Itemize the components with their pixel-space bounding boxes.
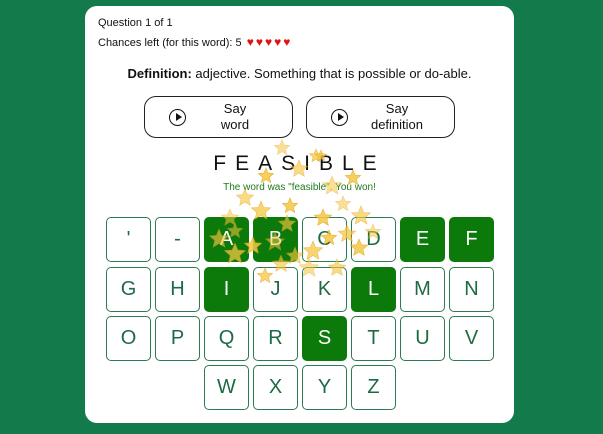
key-z[interactable]: Z bbox=[351, 365, 396, 410]
say-definition-label-1: Say bbox=[385, 101, 409, 116]
key-u[interactable]: U bbox=[400, 316, 445, 361]
key-c[interactable]: C bbox=[302, 217, 347, 262]
key-o[interactable]: O bbox=[106, 316, 151, 361]
definition-text: adjective. Something that is possible or… bbox=[195, 66, 472, 81]
say-definition-button[interactable]: Say definition bbox=[306, 96, 455, 138]
star-icon bbox=[334, 195, 352, 212]
key-h[interactable]: H bbox=[155, 267, 200, 312]
result-message: The word was "feasible". You won! bbox=[223, 182, 376, 193]
play-icon bbox=[169, 108, 186, 126]
key-r[interactable]: R bbox=[253, 316, 298, 361]
key-y[interactable]: Y bbox=[302, 365, 347, 410]
key-e[interactable]: E bbox=[400, 217, 445, 262]
chances-label: Chances left (for this word): 5 bbox=[98, 37, 242, 49]
key-i[interactable]: I bbox=[204, 267, 249, 312]
say-definition-label-2: definition bbox=[370, 117, 424, 132]
key-d[interactable]: D bbox=[351, 217, 396, 262]
key-a[interactable]: A bbox=[204, 217, 249, 262]
key-j[interactable]: J bbox=[253, 267, 298, 312]
key-s[interactable]: S bbox=[302, 316, 347, 361]
definition: Definition: adjective. Something that is… bbox=[85, 66, 514, 81]
key-q[interactable]: Q bbox=[204, 316, 249, 361]
star-icon bbox=[281, 197, 299, 214]
key-b[interactable]: B bbox=[253, 217, 298, 262]
say-word-label-1: Say bbox=[223, 101, 247, 116]
key-x[interactable]: X bbox=[253, 365, 298, 410]
key-g[interactable]: G bbox=[106, 267, 151, 312]
key-k[interactable]: K bbox=[302, 267, 347, 312]
key-w[interactable]: W bbox=[204, 365, 249, 410]
key-v[interactable]: V bbox=[449, 316, 494, 361]
word-display: FEASIBLE bbox=[213, 152, 386, 175]
key-hyphen[interactable]: - bbox=[155, 217, 200, 262]
key-n[interactable]: N bbox=[449, 267, 494, 312]
play-icon bbox=[331, 108, 348, 126]
key-m[interactable]: M bbox=[400, 267, 445, 312]
say-word-label-2: word bbox=[220, 117, 250, 132]
key-apostrophe[interactable]: ' bbox=[106, 217, 151, 262]
key-p[interactable]: P bbox=[155, 316, 200, 361]
say-word-button[interactable]: Say word bbox=[144, 96, 293, 138]
key-l[interactable]: L bbox=[351, 267, 396, 312]
game-card: Question 1 of 1 Chances left (for this w… bbox=[85, 6, 514, 423]
definition-prefix: Definition: bbox=[127, 66, 192, 81]
hearts-icon: ♥♥♥♥♥ bbox=[246, 35, 293, 49]
question-counter: Question 1 of 1 bbox=[98, 17, 173, 29]
chances-left: Chances left (for this word): 5 ♥♥♥♥♥ bbox=[98, 35, 292, 49]
key-f[interactable]: F bbox=[449, 217, 494, 262]
key-t[interactable]: T bbox=[351, 316, 396, 361]
